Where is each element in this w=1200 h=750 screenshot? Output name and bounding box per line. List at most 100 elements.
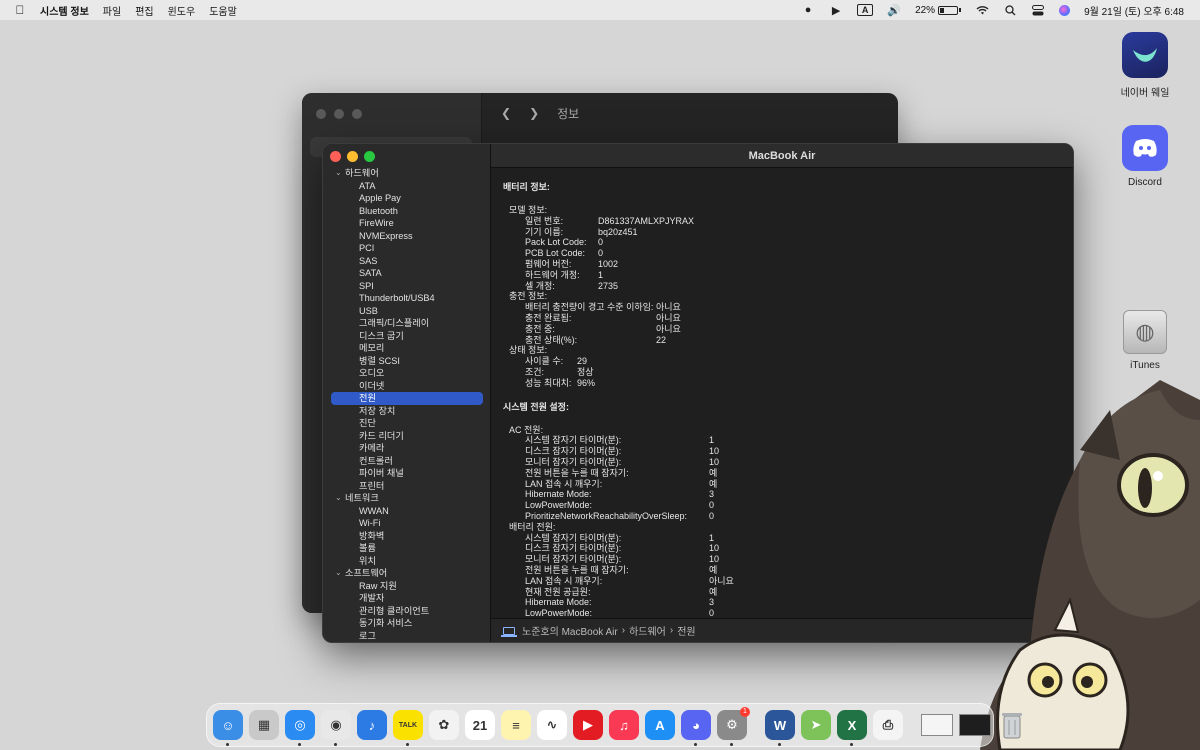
sidebar-item[interactable]: Thunderbolt/USB4 bbox=[323, 292, 490, 305]
messages-status-icon[interactable]: ● bbox=[801, 3, 815, 17]
info-value: 10 bbox=[709, 543, 720, 554]
menu-clock[interactable]: 9월 21일 (토) 오후 6:48 bbox=[1084, 3, 1184, 18]
disclosure-chevron-icon[interactable]: ⌄ bbox=[335, 492, 345, 505]
sidebar-item[interactable]: 디스크 굽기 bbox=[323, 330, 490, 343]
photos-icon[interactable]: ✿ bbox=[429, 710, 459, 740]
siri-icon[interactable] bbox=[1059, 4, 1071, 16]
sidebar-group[interactable]: ⌄ 소프트웨어 bbox=[323, 567, 490, 580]
path-item-category[interactable]: 하드웨어 bbox=[629, 623, 666, 638]
minimize-window-button[interactable] bbox=[347, 151, 358, 162]
disclosure-chevron-icon[interactable]: ⌄ bbox=[335, 567, 345, 580]
sidebar-item[interactable]: SAS bbox=[323, 255, 490, 268]
dock-app-glyph: ☺ bbox=[221, 717, 235, 733]
media-play-icon[interactable]: ▶ bbox=[829, 3, 843, 17]
music-icon[interactable]: ♫ bbox=[609, 710, 639, 740]
bluesky-icon[interactable]: ♪ bbox=[357, 710, 387, 740]
sidebar-item[interactable]: PCI bbox=[323, 242, 490, 255]
dock-app-glyph: ✿ bbox=[438, 717, 450, 732]
path-separator-icon: › bbox=[669, 625, 674, 636]
sidebar-item[interactable]: ATA bbox=[323, 180, 490, 193]
word-icon[interactable]: W bbox=[765, 710, 795, 746]
sidebar-item[interactable]: SATA bbox=[323, 267, 490, 280]
spotlight-search-icon[interactable] bbox=[1003, 3, 1017, 17]
back-chevron-icon[interactable]: ❮ bbox=[501, 106, 511, 120]
menu-help[interactable]: 도움말 bbox=[209, 3, 237, 18]
sidebar-group[interactable]: ⌄ 하드웨어 bbox=[323, 167, 490, 180]
finder-icon[interactable]: ☺ bbox=[213, 710, 243, 746]
desktop-icon-itunes[interactable]: ◍ iTunes bbox=[1110, 310, 1180, 371]
calendar-icon[interactable]: 21 bbox=[465, 710, 495, 740]
sidebar-item[interactable]: SPI bbox=[323, 280, 490, 293]
close-window-button[interactable] bbox=[330, 151, 341, 162]
menu-file[interactable]: 파일 bbox=[103, 3, 121, 18]
menu-window[interactable]: 윈도우 bbox=[168, 3, 196, 18]
sidebar-item[interactable]: 이더넷 bbox=[323, 380, 490, 393]
battery-status[interactable]: 22% bbox=[915, 5, 962, 16]
excel-icon[interactable]: X bbox=[837, 710, 867, 746]
input-source-icon[interactable]: A bbox=[857, 4, 874, 16]
zoom-window-button[interactable] bbox=[364, 151, 375, 162]
sidebar-item[interactable]: 카드 리더기 bbox=[323, 430, 490, 443]
sidebar-item[interactable]: NVMExpress bbox=[323, 230, 490, 243]
freeform-icon[interactable]: ∿ bbox=[537, 710, 567, 740]
disclosure-chevron-icon[interactable]: ⌄ bbox=[335, 167, 345, 180]
launchpad-icon[interactable]: ▦ bbox=[249, 710, 279, 740]
discord-icon[interactable]: ◕ bbox=[681, 710, 711, 746]
sidebar-item[interactable]: 방화벽 bbox=[323, 530, 490, 543]
sidebar-item[interactable]: 로그 bbox=[323, 630, 490, 643]
chrome-icon[interactable]: ◉ bbox=[321, 710, 351, 746]
sidebar-item[interactable]: WWAN bbox=[323, 505, 490, 518]
system-settings-icon[interactable]: ⚙ 1 bbox=[717, 707, 750, 746]
sidebar-item[interactable]: Bluetooth bbox=[323, 205, 490, 218]
path-item-item[interactable]: 전원 bbox=[677, 623, 695, 638]
sidebar-item[interactable]: 오디오 bbox=[323, 367, 490, 380]
sidebar-item[interactable]: 카메라 bbox=[323, 442, 490, 455]
volume-icon[interactable]: 🔊 bbox=[887, 3, 901, 17]
sidebar-item[interactable]: 병렬 SCSI bbox=[323, 355, 490, 368]
app-menu[interactable]: 시스템 정보 bbox=[40, 3, 89, 18]
sidebar-item[interactable]: USB bbox=[323, 305, 490, 318]
sidebar-group[interactable]: ⌄ 네트워크 bbox=[323, 492, 490, 505]
sidebar-item[interactable]: 메모리 bbox=[323, 342, 490, 355]
sidebar-item[interactable]: 전원 bbox=[331, 392, 483, 405]
sidebar-item[interactable]: 개발자 bbox=[323, 592, 490, 605]
menu-edit[interactable]: 편집 bbox=[135, 3, 153, 18]
minimized-window-thumbnail[interactable] bbox=[921, 714, 953, 736]
sidebar-item[interactable]: Raw 지원 bbox=[323, 580, 490, 593]
forward-chevron-icon[interactable]: ❯ bbox=[529, 106, 539, 120]
path-item-computer[interactable]: 노준호의 MacBook Air bbox=[522, 623, 618, 638]
sidebar-item[interactable]: 프린터 bbox=[323, 480, 490, 493]
sidebar-item[interactable]: 동기화 서비스 bbox=[323, 617, 490, 630]
sidebar-item[interactable]: 위치 bbox=[323, 555, 490, 568]
notes-icon[interactable]: ≡ bbox=[501, 710, 531, 740]
trash-icon[interactable] bbox=[997, 710, 1027, 740]
sidebar-item[interactable]: 파이버 채널 bbox=[323, 467, 490, 480]
wifi-icon[interactable] bbox=[975, 3, 989, 17]
app-store-icon[interactable]: A bbox=[645, 710, 675, 740]
sidebar-item[interactable]: Wi-Fi bbox=[323, 517, 490, 530]
sidebar-item[interactable]: 저장 장치 bbox=[323, 405, 490, 418]
info-key: 충전 중: bbox=[525, 323, 555, 334]
print-center-icon[interactable]: ⎙ bbox=[873, 710, 903, 740]
info-key: 디스크 잠자기 타이머(분): bbox=[525, 543, 622, 554]
desktop-icon-whale[interactable]: 네이버 웨일 bbox=[1110, 32, 1180, 99]
desktop-icon-discord[interactable]: Discord bbox=[1110, 125, 1180, 188]
sidebar-item[interactable]: Apple Pay bbox=[323, 192, 490, 205]
kakaotalk-icon[interactable]: TALK bbox=[393, 710, 423, 746]
sidebar-item[interactable]: 관리형 클라이언트 bbox=[323, 605, 490, 618]
safari-icon[interactable]: ◎ bbox=[285, 710, 315, 746]
sidebar-item[interactable]: 진단 bbox=[323, 417, 490, 430]
charge-info-title: 충전 정보: bbox=[509, 291, 548, 302]
minimized-window-thumbnail[interactable] bbox=[959, 714, 991, 736]
sidebar-item[interactable]: 컨트롤러 bbox=[323, 455, 490, 468]
info-key: 배터리 충전량이 경고 수준 이하임: bbox=[525, 302, 654, 313]
sidebar-item[interactable]: FireWire bbox=[323, 217, 490, 230]
sidebar-item[interactable]: 볼륨 bbox=[323, 542, 490, 555]
info-key: LAN 접속 시 깨우기: bbox=[525, 575, 603, 586]
control-center-icon[interactable] bbox=[1031, 3, 1045, 17]
maps-icon[interactable]: ➤ bbox=[801, 710, 831, 740]
apple-menu-icon[interactable]:  bbox=[6, 3, 34, 17]
youtube-music-icon[interactable]: ▶ bbox=[573, 710, 603, 740]
sidebar-item[interactable]: 그래픽/디스플레이 bbox=[323, 317, 490, 330]
running-indicator bbox=[730, 743, 733, 746]
